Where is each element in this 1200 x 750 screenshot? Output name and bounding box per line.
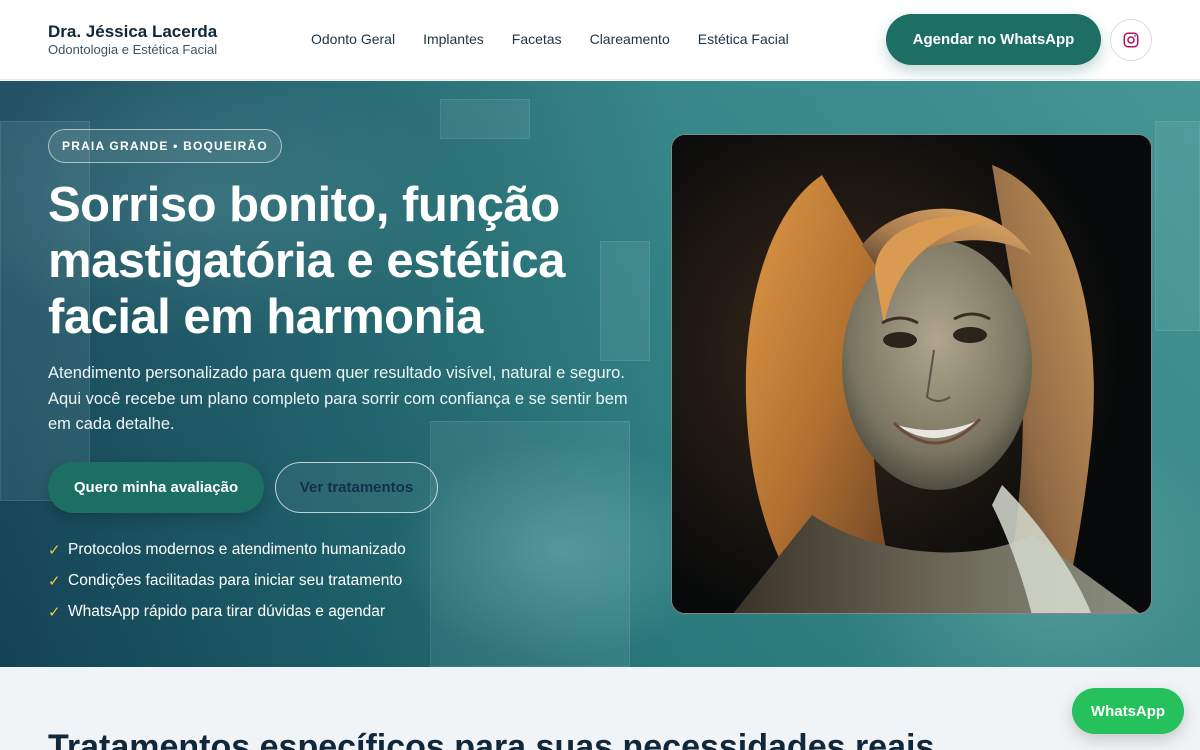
treatments-section-title: Tratamentos específicos para suas necess… bbox=[48, 728, 935, 750]
doctor-portrait-photo bbox=[671, 134, 1152, 614]
floating-whatsapp-button[interactable]: WhatsApp bbox=[1072, 688, 1184, 734]
bg-dental-equipment bbox=[430, 421, 630, 667]
hero-title: Sorriso bonito, função mastigatória e es… bbox=[48, 178, 565, 344]
brand[interactable]: Dra. Jéssica Lacerda Odontologia e Estét… bbox=[48, 22, 217, 57]
portrait-illustration bbox=[672, 135, 1151, 613]
benefit-text: WhatsApp rápido para tirar dúvidas e age… bbox=[68, 602, 386, 620]
hero-description: Atendimento personalizado para quem quer… bbox=[48, 364, 628, 433]
benefits-list: ✓ Protocolos modernos e atendimento huma… bbox=[48, 534, 406, 627]
brand-subtitle: Odontologia e Estética Facial bbox=[48, 42, 218, 57]
instagram-icon bbox=[1123, 32, 1139, 48]
nav-link-implantes[interactable]: Implantes bbox=[423, 30, 484, 48]
bg-vent bbox=[440, 99, 530, 139]
bg-window-right bbox=[1155, 121, 1200, 331]
check-icon: ✓ bbox=[48, 541, 61, 559]
instagram-button[interactable] bbox=[1110, 19, 1152, 61]
view-treatments-button[interactable]: Ver tratamentos bbox=[275, 462, 438, 513]
hero-section: PRAIA GRANDE • BOQUEIRÃO Sorriso bonito,… bbox=[0, 81, 1200, 667]
check-icon: ✓ bbox=[48, 603, 61, 621]
nav-link-odonto-geral[interactable]: Odonto Geral bbox=[311, 30, 395, 48]
benefit-text: Protocolos modernos e atendimento humani… bbox=[68, 540, 406, 558]
nav-link-clareamento[interactable]: Clareamento bbox=[590, 30, 670, 48]
schedule-whatsapp-button[interactable]: Agendar no WhatsApp bbox=[886, 14, 1101, 65]
list-item: ✓ Condições facilitadas para iniciar seu… bbox=[48, 565, 406, 596]
check-icon: ✓ bbox=[48, 572, 61, 590]
site-header: Dra. Jéssica Lacerda Odontologia e Estét… bbox=[0, 0, 1200, 80]
nav-link-facetas[interactable]: Facetas bbox=[512, 30, 562, 48]
benefit-text: Condições facilitadas para iniciar seu t… bbox=[68, 571, 403, 589]
request-evaluation-button[interactable]: Quero minha avaliação bbox=[48, 462, 264, 513]
list-item: ✓ WhatsApp rápido para tirar dúvidas e a… bbox=[48, 596, 406, 627]
brand-name: Dra. Jéssica Lacerda bbox=[48, 22, 218, 41]
nav-link-estetica-facial[interactable]: Estética Facial bbox=[698, 30, 789, 48]
location-badge: PRAIA GRANDE • BOQUEIRÃO bbox=[48, 129, 282, 163]
list-item: ✓ Protocolos modernos e atendimento huma… bbox=[48, 534, 406, 565]
main-nav: Odonto Geral Implantes Facetas Clareamen… bbox=[311, 30, 817, 48]
